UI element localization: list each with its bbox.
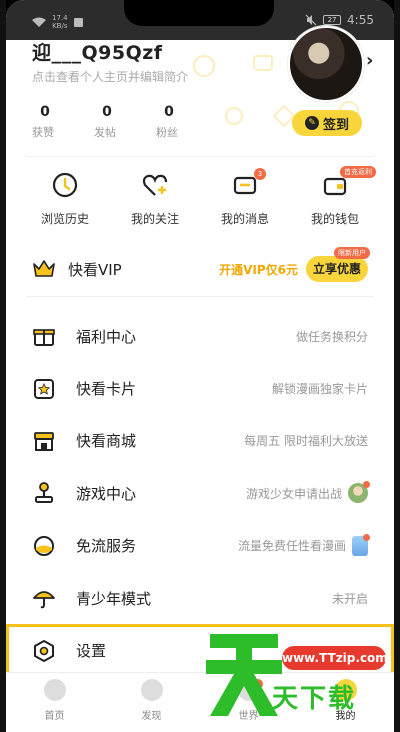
nav-label: 首页 bbox=[44, 711, 65, 722]
menu-item-hint: 每周五 限时福利大放送 bbox=[244, 434, 368, 449]
new-user-tag: 限新用户 bbox=[334, 247, 370, 259]
menu-item-label: 青少年模式 bbox=[76, 589, 152, 608]
stat-fans[interactable]: 0 粉丝 bbox=[156, 104, 182, 140]
menu-item-label: 快看卡片 bbox=[76, 380, 137, 399]
menu-item-store[interactable]: 快看商城 每周五 限时福利大放送 bbox=[6, 415, 394, 467]
menu-item-label: 游戏中心 bbox=[76, 484, 137, 503]
vip-label: 快看VIP bbox=[68, 260, 122, 279]
notification-icon bbox=[73, 17, 83, 27]
store-icon bbox=[34, 432, 54, 451]
quick-actions: 浏览历史 我的关注 3 我的消息 首充返利 我的钱包 bbox=[6, 166, 394, 227]
stat-likes[interactable]: 0 获赞 bbox=[32, 104, 58, 140]
settings-menu: 福利中心 做任务换积分 快看卡片 解锁漫画独家卡片 快看商城 每周五 限时福利大… bbox=[6, 310, 394, 677]
menu-item-teen-mode[interactable]: 青少年模式 未开启 bbox=[6, 572, 394, 624]
menu-item-hint: 解锁漫画独家卡片 bbox=[271, 382, 368, 397]
network-speed: 17.4 KB/s bbox=[52, 14, 68, 30]
data-free-icon bbox=[34, 535, 54, 556]
avatar[interactable] bbox=[288, 26, 364, 102]
crown-icon bbox=[33, 260, 55, 277]
nav-discover[interactable]: 发现 bbox=[122, 679, 182, 732]
menu-item-welfare[interactable]: 福利中心 做任务换积分 bbox=[6, 310, 394, 362]
joystick-icon bbox=[35, 482, 53, 504]
status-time: 4:55 bbox=[347, 13, 374, 27]
vip-promo: 开通VIP仅6元 bbox=[219, 262, 298, 277]
quick-action-label: 我的消息 bbox=[220, 212, 269, 226]
menu-item-games[interactable]: 游戏中心 游戏少女申请出战 bbox=[6, 467, 394, 519]
menu-item-hint: 未开启 bbox=[331, 591, 368, 606]
quick-action-following[interactable]: 我的关注 bbox=[120, 170, 190, 227]
menu-item-hint: 游戏少女申请出战 bbox=[245, 486, 342, 501]
menu-item-label: 快看商城 bbox=[76, 432, 137, 451]
home-icon bbox=[43, 679, 66, 701]
mute-icon bbox=[305, 14, 317, 26]
profile-header[interactable]: 迎___Q95Qzf 点击查看个人主页并编辑简介 › 0 获赞 0 发帖 0 粉… bbox=[6, 26, 394, 160]
camera-notch bbox=[124, 0, 274, 26]
profile-stats: 0 获赞 0 发帖 0 粉丝 bbox=[32, 104, 182, 140]
stat-label: 粉丝 bbox=[156, 126, 178, 139]
phone-screen: 17.4 KB/s 27 4:55 迎___Q95Qzf 点击查看个人主页并编辑… bbox=[6, 0, 394, 732]
divider bbox=[26, 156, 374, 157]
card-star-icon bbox=[34, 378, 54, 399]
stat-posts[interactable]: 0 发帖 bbox=[94, 104, 120, 140]
heart-plus-icon bbox=[142, 174, 168, 196]
pen-icon: ✎ bbox=[304, 116, 319, 130]
quick-action-messages[interactable]: 3 我的消息 bbox=[210, 168, 280, 227]
discover-icon bbox=[140, 679, 163, 701]
stat-label: 发帖 bbox=[94, 126, 116, 139]
menu-item-label: 设置 bbox=[76, 642, 107, 661]
profile-subtitle[interactable]: 点击查看个人主页并编辑简介 bbox=[32, 68, 188, 85]
menu-item-free-data[interactable]: 免流服务 流量免费任性看漫画 bbox=[6, 520, 394, 572]
game-thumbnail bbox=[348, 481, 370, 504]
vip-offer-button[interactable]: 立享优惠 限新用户 bbox=[306, 247, 370, 282]
phone-bezel-right bbox=[394, 0, 400, 732]
stat-label: 获赞 bbox=[32, 126, 54, 139]
stat-value: 0 bbox=[102, 104, 112, 120]
nav-home[interactable]: 首页 bbox=[25, 679, 85, 732]
settings-icon bbox=[34, 639, 54, 662]
stat-value: 0 bbox=[164, 104, 174, 120]
battery-icon: 27 bbox=[323, 15, 342, 25]
menu-item-hint: 做任务换积分 bbox=[295, 329, 368, 344]
chevron-right-icon[interactable]: › bbox=[366, 50, 373, 71]
signin-label: 签到 bbox=[322, 117, 349, 133]
wifi-icon bbox=[32, 17, 46, 27]
wallet-promo-tag: 首充返利 bbox=[340, 166, 376, 178]
username[interactable]: 迎___Q95Qzf bbox=[32, 38, 163, 65]
umbrella-icon bbox=[33, 591, 55, 609]
vip-row[interactable]: 快看VIP 开通VIP仅6元 立享优惠 限新用户 bbox=[32, 247, 370, 286]
signin-button[interactable]: ✎ 签到 bbox=[292, 110, 362, 136]
menu-item-hint: 流量免费任性看漫画 bbox=[237, 539, 346, 554]
new-dot bbox=[363, 481, 370, 489]
menu-item-cards[interactable]: 快看卡片 解锁漫画独家卡片 bbox=[6, 362, 394, 414]
quick-action-label: 我的关注 bbox=[130, 212, 179, 226]
nav-label: 发现 bbox=[141, 711, 162, 722]
menu-item-label: 福利中心 bbox=[76, 327, 137, 346]
gift-icon bbox=[33, 329, 55, 347]
quick-action-label: 我的钱包 bbox=[310, 212, 359, 226]
watermark-text: 天下载 bbox=[272, 684, 357, 714]
quick-action-label: 浏览历史 bbox=[40, 212, 89, 226]
menu-item-label: 免流服务 bbox=[76, 537, 137, 556]
sim-card-thumbnail bbox=[352, 533, 370, 556]
clock-icon bbox=[52, 172, 78, 198]
vip-button-label: 立享优惠 bbox=[312, 262, 361, 276]
quick-action-wallet[interactable]: 首充返利 我的钱包 bbox=[300, 166, 376, 227]
stat-value: 0 bbox=[40, 104, 50, 120]
message-badge: 3 bbox=[254, 168, 266, 180]
divider bbox=[26, 296, 374, 297]
new-dot bbox=[363, 533, 370, 541]
quick-action-history[interactable]: 浏览历史 bbox=[30, 170, 100, 227]
watermark-url: www.TTzip.com bbox=[282, 646, 388, 670]
